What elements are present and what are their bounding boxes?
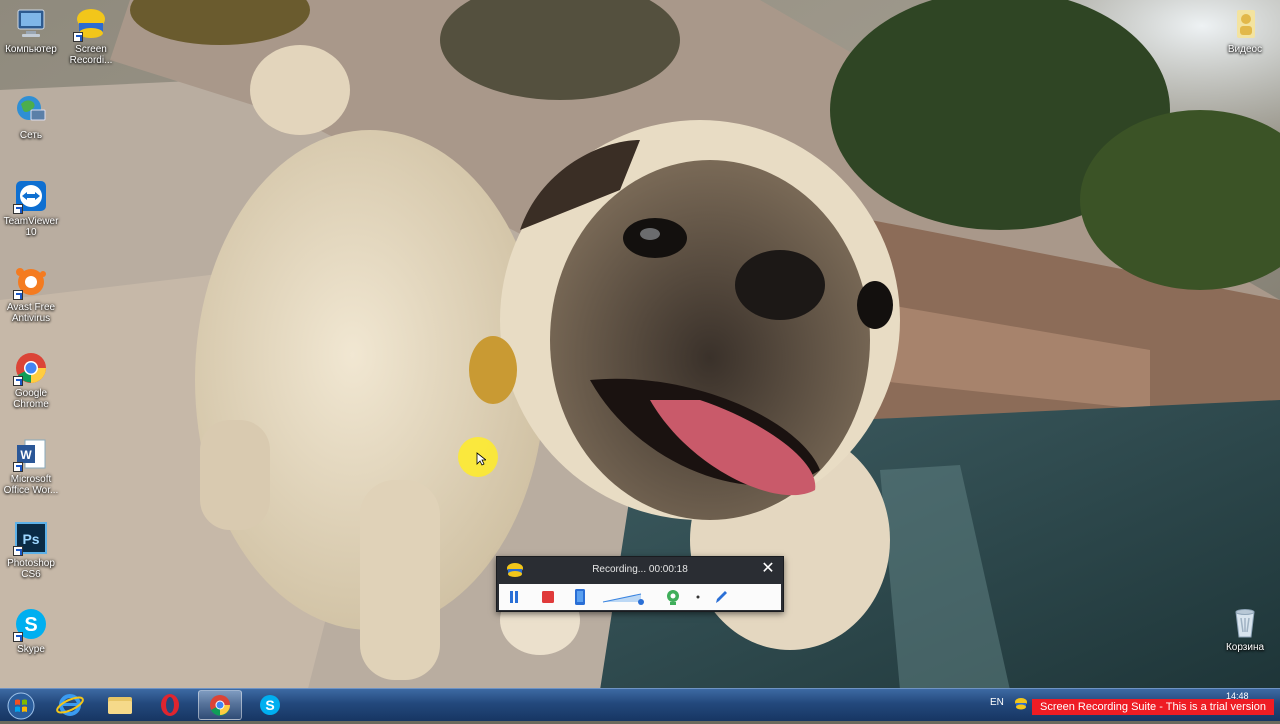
screen-recording-tray-icon[interactable] — [1014, 697, 1028, 711]
webcam-icon — [667, 590, 679, 605]
chrome-icon — [13, 350, 49, 386]
start-button[interactable] — [4, 691, 38, 721]
device-icon — [575, 589, 585, 605]
word-icon: W — [13, 436, 49, 472]
opera-icon — [161, 694, 179, 716]
dot-icon — [696, 595, 700, 599]
recording-controls — [499, 584, 781, 610]
desktop-icon-network[interactable]: Сеть — [0, 92, 62, 141]
desktop-icon-label: Avast Free Antivirus — [6, 302, 56, 324]
user-folder-icon — [1227, 6, 1263, 42]
recording-toolbar-titlebar[interactable]: Recording... 00:00:18 ✕ — [497, 557, 783, 583]
close-icon[interactable]: ✕ — [759, 560, 777, 578]
skype-icon: S — [260, 695, 280, 715]
recording-status: Recording... 00:00:18 — [592, 564, 688, 575]
volume-slider[interactable] — [601, 588, 647, 606]
desktop-icon-avast[interactable]: Avast Free Antivirus — [0, 264, 62, 324]
recording-toolbar: Recording... 00:00:18 ✕ — [496, 556, 784, 612]
desktop-icon-word[interactable]: W Microsoft Office Wor... — [0, 436, 62, 496]
desktop-icon-label: Photoshop CS6 — [7, 558, 55, 580]
photoshop-icon: Ps — [13, 520, 49, 556]
desktop-icon-recycle-bin[interactable]: Корзина — [1214, 604, 1276, 653]
desktop-icon-label: Корзина — [1225, 642, 1265, 653]
desktop-icon-computer[interactable]: Компьютер — [0, 6, 62, 55]
draw-button[interactable] — [713, 588, 729, 606]
desktop-wallpaper — [0, 0, 1280, 720]
desktop-icon-chrome[interactable]: Google Chrome — [0, 350, 62, 410]
svg-text:S: S — [24, 614, 37, 636]
explorer-folder-icon — [108, 697, 132, 714]
internet-explorer-icon — [56, 694, 84, 716]
desktop-icon-label: Сеть — [19, 130, 43, 141]
network-icon — [13, 92, 49, 128]
windows-orb-icon — [7, 692, 35, 720]
taskbar-explorer[interactable] — [98, 690, 142, 720]
shortcut-arrow-icon — [13, 290, 23, 300]
svg-text:S: S — [265, 697, 274, 713]
taskbar: S EN 14:48 Screen Recording Suite - This… — [0, 688, 1280, 721]
taskbar-chrome[interactable] — [198, 690, 242, 720]
pause-button[interactable] — [507, 588, 521, 606]
shortcut-arrow-icon — [13, 376, 23, 386]
desktop-icon-user-folder[interactable]: Видеос — [1214, 6, 1276, 55]
device-button[interactable] — [573, 588, 587, 606]
desktop-icon-label: Компьютер — [5, 44, 57, 55]
skype-icon: S — [13, 606, 49, 642]
chrome-icon — [210, 695, 230, 716]
taskbar-skype[interactable]: S — [248, 690, 292, 720]
shortcut-arrow-icon — [73, 32, 83, 42]
desktop-icon-skype[interactable]: S Skype — [0, 606, 62, 655]
pen-icon — [716, 591, 727, 603]
teamviewer-icon — [13, 178, 49, 214]
shortcut-arrow-icon — [13, 462, 23, 472]
mouse-cursor-icon — [476, 452, 486, 466]
screen-recording-suite-icon — [73, 6, 109, 42]
shortcut-arrow-icon — [13, 204, 23, 214]
svg-text:Ps: Ps — [22, 531, 39, 547]
desktop-icon-teamviewer[interactable]: TeamViewer 10 — [0, 178, 62, 238]
taskbar-opera[interactable] — [148, 690, 192, 720]
desktop-icon-label: Google Chrome — [13, 388, 49, 410]
desktop-icon-label: Видеос — [1227, 44, 1263, 55]
volume-slider-icon — [602, 593, 644, 605]
svg-text:W: W — [20, 448, 32, 462]
desktop-icon-photoshop[interactable]: Ps Photoshop CS6 — [0, 520, 62, 580]
language-indicator[interactable]: EN — [990, 697, 1004, 708]
recycle-bin-icon — [1227, 604, 1263, 640]
trial-version-banner: Screen Recording Suite - This is a trial… — [1032, 699, 1274, 715]
pause-icon — [510, 591, 518, 603]
shortcut-arrow-icon — [13, 546, 23, 556]
separator-dot — [695, 588, 701, 606]
desktop-icon-label: Skype — [17, 644, 45, 655]
desktop-icon-label: TeamViewer 10 — [3, 216, 59, 238]
webcam-button[interactable] — [665, 588, 681, 606]
stop-icon — [542, 591, 554, 603]
desktop-icon-label: Screen Recordi... — [69, 44, 113, 66]
computer-icon — [13, 6, 49, 42]
avast-icon — [13, 264, 49, 300]
desktop-icon-screen-recording-suite[interactable]: Screen Recordi... — [60, 6, 122, 66]
stop-button[interactable] — [540, 588, 556, 606]
shortcut-arrow-icon — [13, 632, 23, 642]
desktop-icon-label: Microsoft Office Wor... — [3, 474, 59, 496]
taskbar-internet-explorer[interactable] — [48, 690, 92, 720]
